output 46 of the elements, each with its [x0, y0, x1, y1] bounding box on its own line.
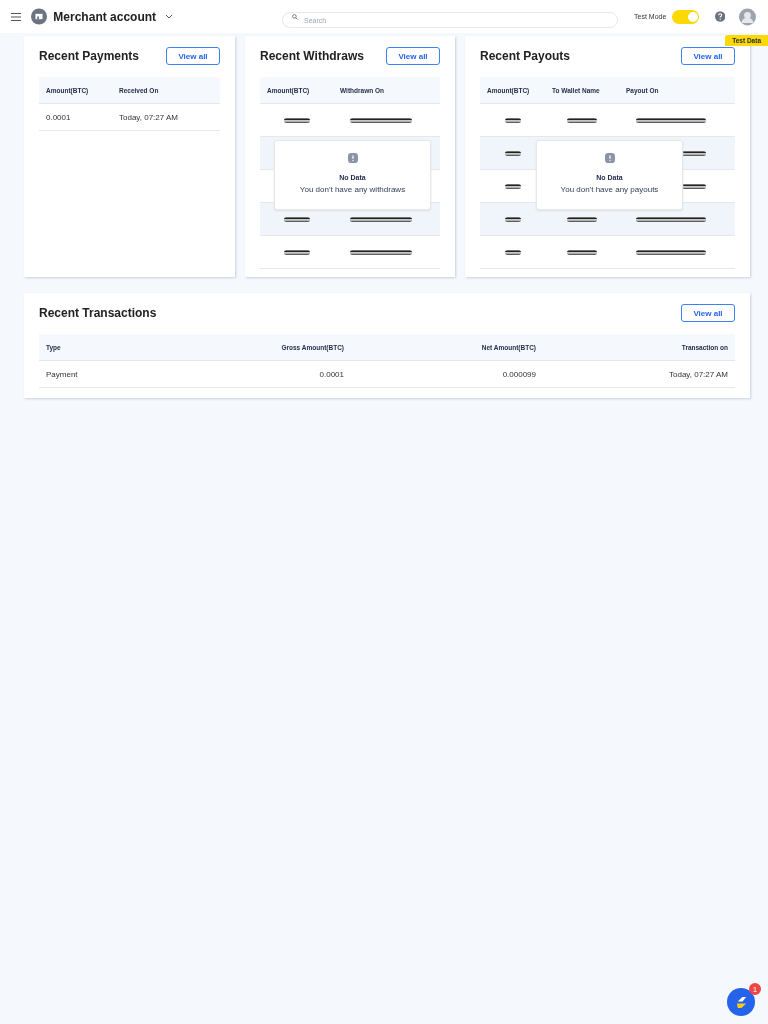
lightning-icon	[734, 995, 748, 1009]
skeleton-bar	[504, 117, 521, 123]
avatar-icon[interactable]	[739, 7, 756, 26]
info-icon	[604, 153, 615, 163]
menu-icon[interactable]	[11, 12, 22, 21]
card-title: Recent Payments	[39, 49, 140, 63]
skeleton-bar	[504, 216, 521, 222]
skeleton-bar	[283, 117, 310, 123]
skeleton-bar	[283, 216, 310, 222]
skeleton-bar	[283, 249, 310, 255]
skeleton-bar	[350, 249, 412, 255]
help-icon[interactable]	[714, 11, 726, 22]
empty-message: You don't have any payouts	[560, 185, 659, 194]
skeleton-bar	[504, 249, 521, 255]
table-cell-text: 0.0001	[318, 369, 345, 379]
card-title: Recent Transactions	[39, 306, 157, 320]
card-title: Recent Payouts	[480, 49, 571, 63]
skeleton-bar	[636, 117, 706, 123]
store-icon	[31, 8, 48, 25]
skeleton-bar	[636, 249, 706, 255]
table-cell-text: Today, 07:27 AM	[118, 112, 179, 122]
test-mode-toggle[interactable]	[672, 9, 699, 24]
table-cell-text: Today, 07:27 AM	[668, 369, 729, 379]
skeleton-bar	[636, 216, 706, 222]
view-all-button[interactable]: View all	[681, 47, 735, 65]
table-cell-text: Payment	[45, 369, 79, 379]
view-all-button[interactable]: View all	[386, 47, 440, 65]
skeleton-bar	[567, 117, 597, 123]
card-title: Recent Withdraws	[260, 49, 364, 63]
view-all-button[interactable]: View all	[166, 47, 220, 65]
info-icon	[347, 153, 358, 163]
chevron-down-icon[interactable]	[165, 14, 174, 19]
skeleton-bar	[567, 249, 597, 255]
skeleton-bar	[350, 216, 412, 222]
chat-button[interactable]	[727, 988, 755, 1016]
skeleton-bar	[567, 216, 597, 222]
table-cell-text: 0.000099	[501, 369, 537, 379]
search-icon	[292, 13, 299, 20]
empty-message: You don't have any withdraws	[299, 185, 406, 194]
account-name[interactable]: Merchant account	[53, 9, 157, 24]
skeleton-bar	[350, 117, 412, 123]
notification-badge: 1	[749, 983, 761, 995]
skeleton-bar	[504, 183, 521, 189]
view-all-button[interactable]: View all	[681, 304, 735, 322]
table-cell-text: 0.0001	[45, 112, 72, 122]
skeleton-bar	[504, 150, 521, 156]
